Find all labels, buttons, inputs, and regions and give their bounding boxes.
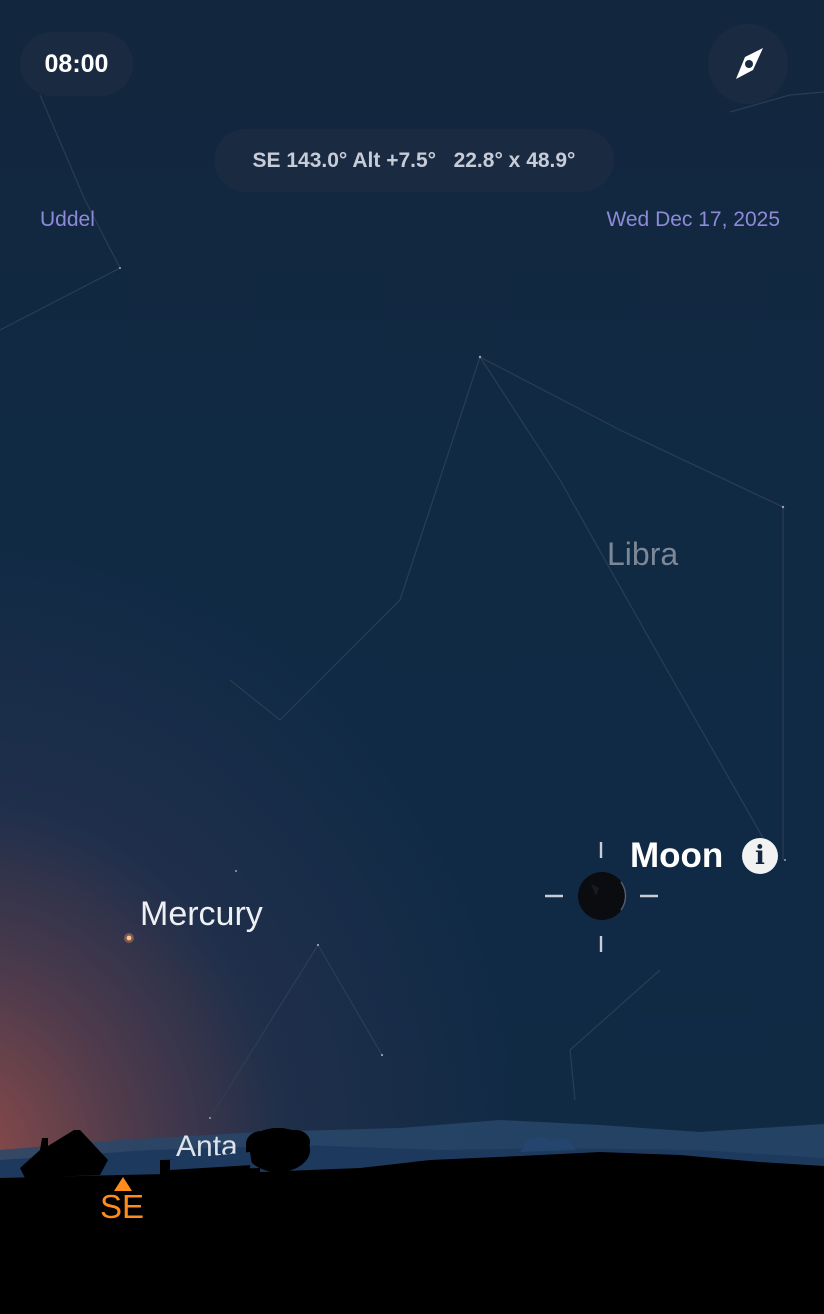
constellation-label[interactable]: Libra bbox=[607, 536, 678, 573]
time-label: 08:00 bbox=[44, 50, 109, 78]
planet-label-mercury[interactable]: Mercury bbox=[140, 895, 263, 934]
selected-object-label[interactable]: Moon bbox=[630, 836, 723, 876]
info-icon[interactable]: i bbox=[742, 838, 778, 874]
view-info-pill: SE 143.0° Alt +7.5° 22.8° x 48.9° bbox=[214, 129, 614, 192]
star-label-antares[interactable]: Anta bbox=[176, 1130, 238, 1164]
view-info-text: SE 143.0° Alt +7.5° 22.8° x 48.9° bbox=[252, 149, 576, 172]
compass-button[interactable] bbox=[708, 24, 788, 104]
compass-icon bbox=[736, 48, 763, 79]
date-label[interactable]: Wed Dec 17, 2025 bbox=[606, 208, 780, 232]
horizon-landscape bbox=[0, 1120, 824, 1314]
location-label[interactable]: Uddel bbox=[40, 208, 95, 232]
time-button[interactable]: 08:00 bbox=[20, 32, 133, 96]
direction-label[interactable]: SE bbox=[100, 1188, 144, 1226]
